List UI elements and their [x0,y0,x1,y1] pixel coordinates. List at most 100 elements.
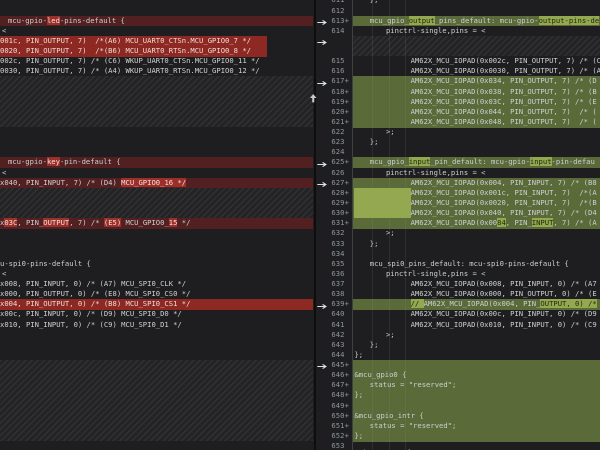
gutter-row: 646+ [316,370,352,380]
line-number: 634 [331,249,344,259]
added-line: AM62X_MCU_IOPAD(0x0020, PIN_INPUT, 7) /*… [353,198,600,209]
added-line: &mcu_gpio0 { [353,370,600,381]
added-line-marker: + [345,390,349,400]
line-number: 636 [331,269,344,279]
deleted-line: 0020, PIN_OUTPUT, 7) /*(B6) MCU_UART0_RT… [0,46,313,57]
gutter-row: 642 [316,330,352,340]
gutter-row: 650+ [316,411,352,421]
gutter-row: 640 [316,309,352,319]
added-line-marker: + [345,198,349,208]
gutter-row: 620+ [316,107,352,117]
removed-header-line: mcu-gpio-led-pins-default { [0,16,313,27]
code-line: AM62X_MCU_IOPAD(0x008, PIN_INPUT, 0) /* … [353,279,600,289]
scroll-up-indicator[interactable] [310,94,317,103]
added-line-marker: + [345,157,349,167]
gutter-row: 648+ [316,390,352,400]
added-blank-line [353,360,600,371]
line-number: 646 [331,370,344,380]
added-line: AM62X_MCU_IOPAD(0x0084, PIN_INPUT, 7) /*… [353,218,600,229]
line-number: 643 [331,340,344,350]
code-line: }; [353,0,600,6]
line-number: 613 [331,16,344,26]
code-line: pinctrl-single,pins = < [353,269,600,279]
indent-guide [372,0,373,450]
gutter-row: 635 [316,259,352,269]
line-number: 647 [331,380,344,390]
line-number: 651 [331,421,344,431]
gutter-row: 629+ [316,198,352,208]
gutter-row: 653 [316,441,352,450]
line-number: 616 [331,66,344,76]
line-number: 640 [331,309,344,319]
line-number: 633 [331,239,344,249]
added-line-marker: + [345,107,349,117]
gutter-row: 634 [316,249,352,259]
gutter-row: 637 [316,279,352,289]
added-line-marker: + [345,208,349,218]
gutter-row: 630+ [316,208,352,218]
line-number: 614 [331,26,344,36]
line-number: 652 [331,431,344,441]
line-number: 637 [331,279,344,289]
code-line: >; [353,228,600,238]
line-number: 631 [331,218,344,228]
line-number: 650 [331,411,344,421]
added-line-marker: + [345,16,349,26]
added-line-marker: + [345,188,349,198]
gutter-row: 614 [316,26,352,36]
code-line: x000, PIN_OUTPUT, 0) /* (E8) MCU_SPI0_CS… [0,289,313,299]
line-number: 619 [331,97,344,107]
code-line: < [0,269,313,279]
added-line: AM62X_MCU_IOPAD(0x004, PIN_INPUT, 7) /* … [353,178,600,189]
added-blank-line [353,401,600,412]
line-number: 632 [331,228,344,238]
added-line-marker: + [345,117,349,127]
inline-change-highlight [354,198,411,209]
code-line: }; [353,239,600,249]
line-number: 626 [331,168,344,178]
added-header-line: mcu_gpio_output_pins_default: mcu-gpio-o… [353,16,600,27]
line-number: 620 [331,107,344,117]
added-line: status = "reserved"; [353,421,600,432]
gutter-row: 612 [316,6,352,16]
line-number: 621 [331,117,344,127]
code-line: >; [353,127,600,137]
line-number: 639 [331,299,344,309]
changed-line: x040, PIN_INPUT, 7) /* (D4) MCU_GPIO0_16… [0,178,313,189]
gutter-row: 624 [316,147,352,157]
indent-guide [389,0,390,450]
gutter-row: 623 [316,137,352,147]
gutter-row: 641 [316,320,352,330]
missing-lines-filler [0,188,313,218]
gutter-row: 644 [316,350,352,360]
added-line-marker: + [345,431,349,441]
added-line: AM62X_MCU_IOPAD(0x001c, PIN_INPUT, 7) /*… [353,188,600,199]
added-line: AM62X_MCU_IOPAD(0x038, PIN_OUTPUT, 7) /*… [353,87,600,98]
line-number: 618 [331,87,344,97]
gutter-row: 651+ [316,421,352,431]
line-number: 635 [331,259,344,269]
apply-change-arrow-icon[interactable] [317,38,327,48]
added-line-marker: + [345,178,349,188]
gutter-row: 645+ [316,360,352,370]
code-line: }; [353,350,600,360]
right-diff-pane[interactable]: }; mcu_gpio_output_pins_default: mcu-gpio… [353,0,600,450]
gutter-row: 622 [316,127,352,137]
line-number: 615 [331,56,344,66]
code-line: pinctrl-single,pins = < [353,168,600,178]
missing-lines-filler [0,76,313,127]
line-number: 648 [331,390,344,400]
code-line: AM62X_MCU_IOPAD(0x010, PIN_INPUT, 0) /* … [353,320,600,330]
deleted-line: x004, PIN_OUTPUT, 0) /* (B8) MCU_SPI0_CS… [0,299,313,310]
added-line: AM62X_MCU_IOPAD(0x048, PIN_OUTPUT, 7) /*… [353,117,600,128]
code-line: x010, PIN_INPUT, 0) /* (C9) MCU_SPI0_D1 … [0,320,313,330]
added-line: AM62X_MCU_IOPAD(0x03C, PIN_OUTPUT, 7) /*… [353,97,600,108]
gutter-row: 613+ [316,16,352,26]
left-diff-pane[interactable]: mcu-gpio-led-pins-default {<001c, PIN_OU… [0,0,313,450]
code-line: < [0,26,313,36]
gutter-row: 652+ [316,431,352,441]
added-header-line: mcu_gpio_input_pin_default: mcu-gpio-inp… [353,157,600,168]
code-line: AM62X_MCU_IOPAD(0x0030, PIN_OUTPUT, 7) /… [353,66,600,76]
added-line: AM62X_MCU_IOPAD(0x044, PIN_OUTPUT, 7) /*… [353,107,600,118]
code-line: AM62X_MCU_IOPAD(0x002c, PIN_OUTPUT, 7) /… [353,56,600,66]
